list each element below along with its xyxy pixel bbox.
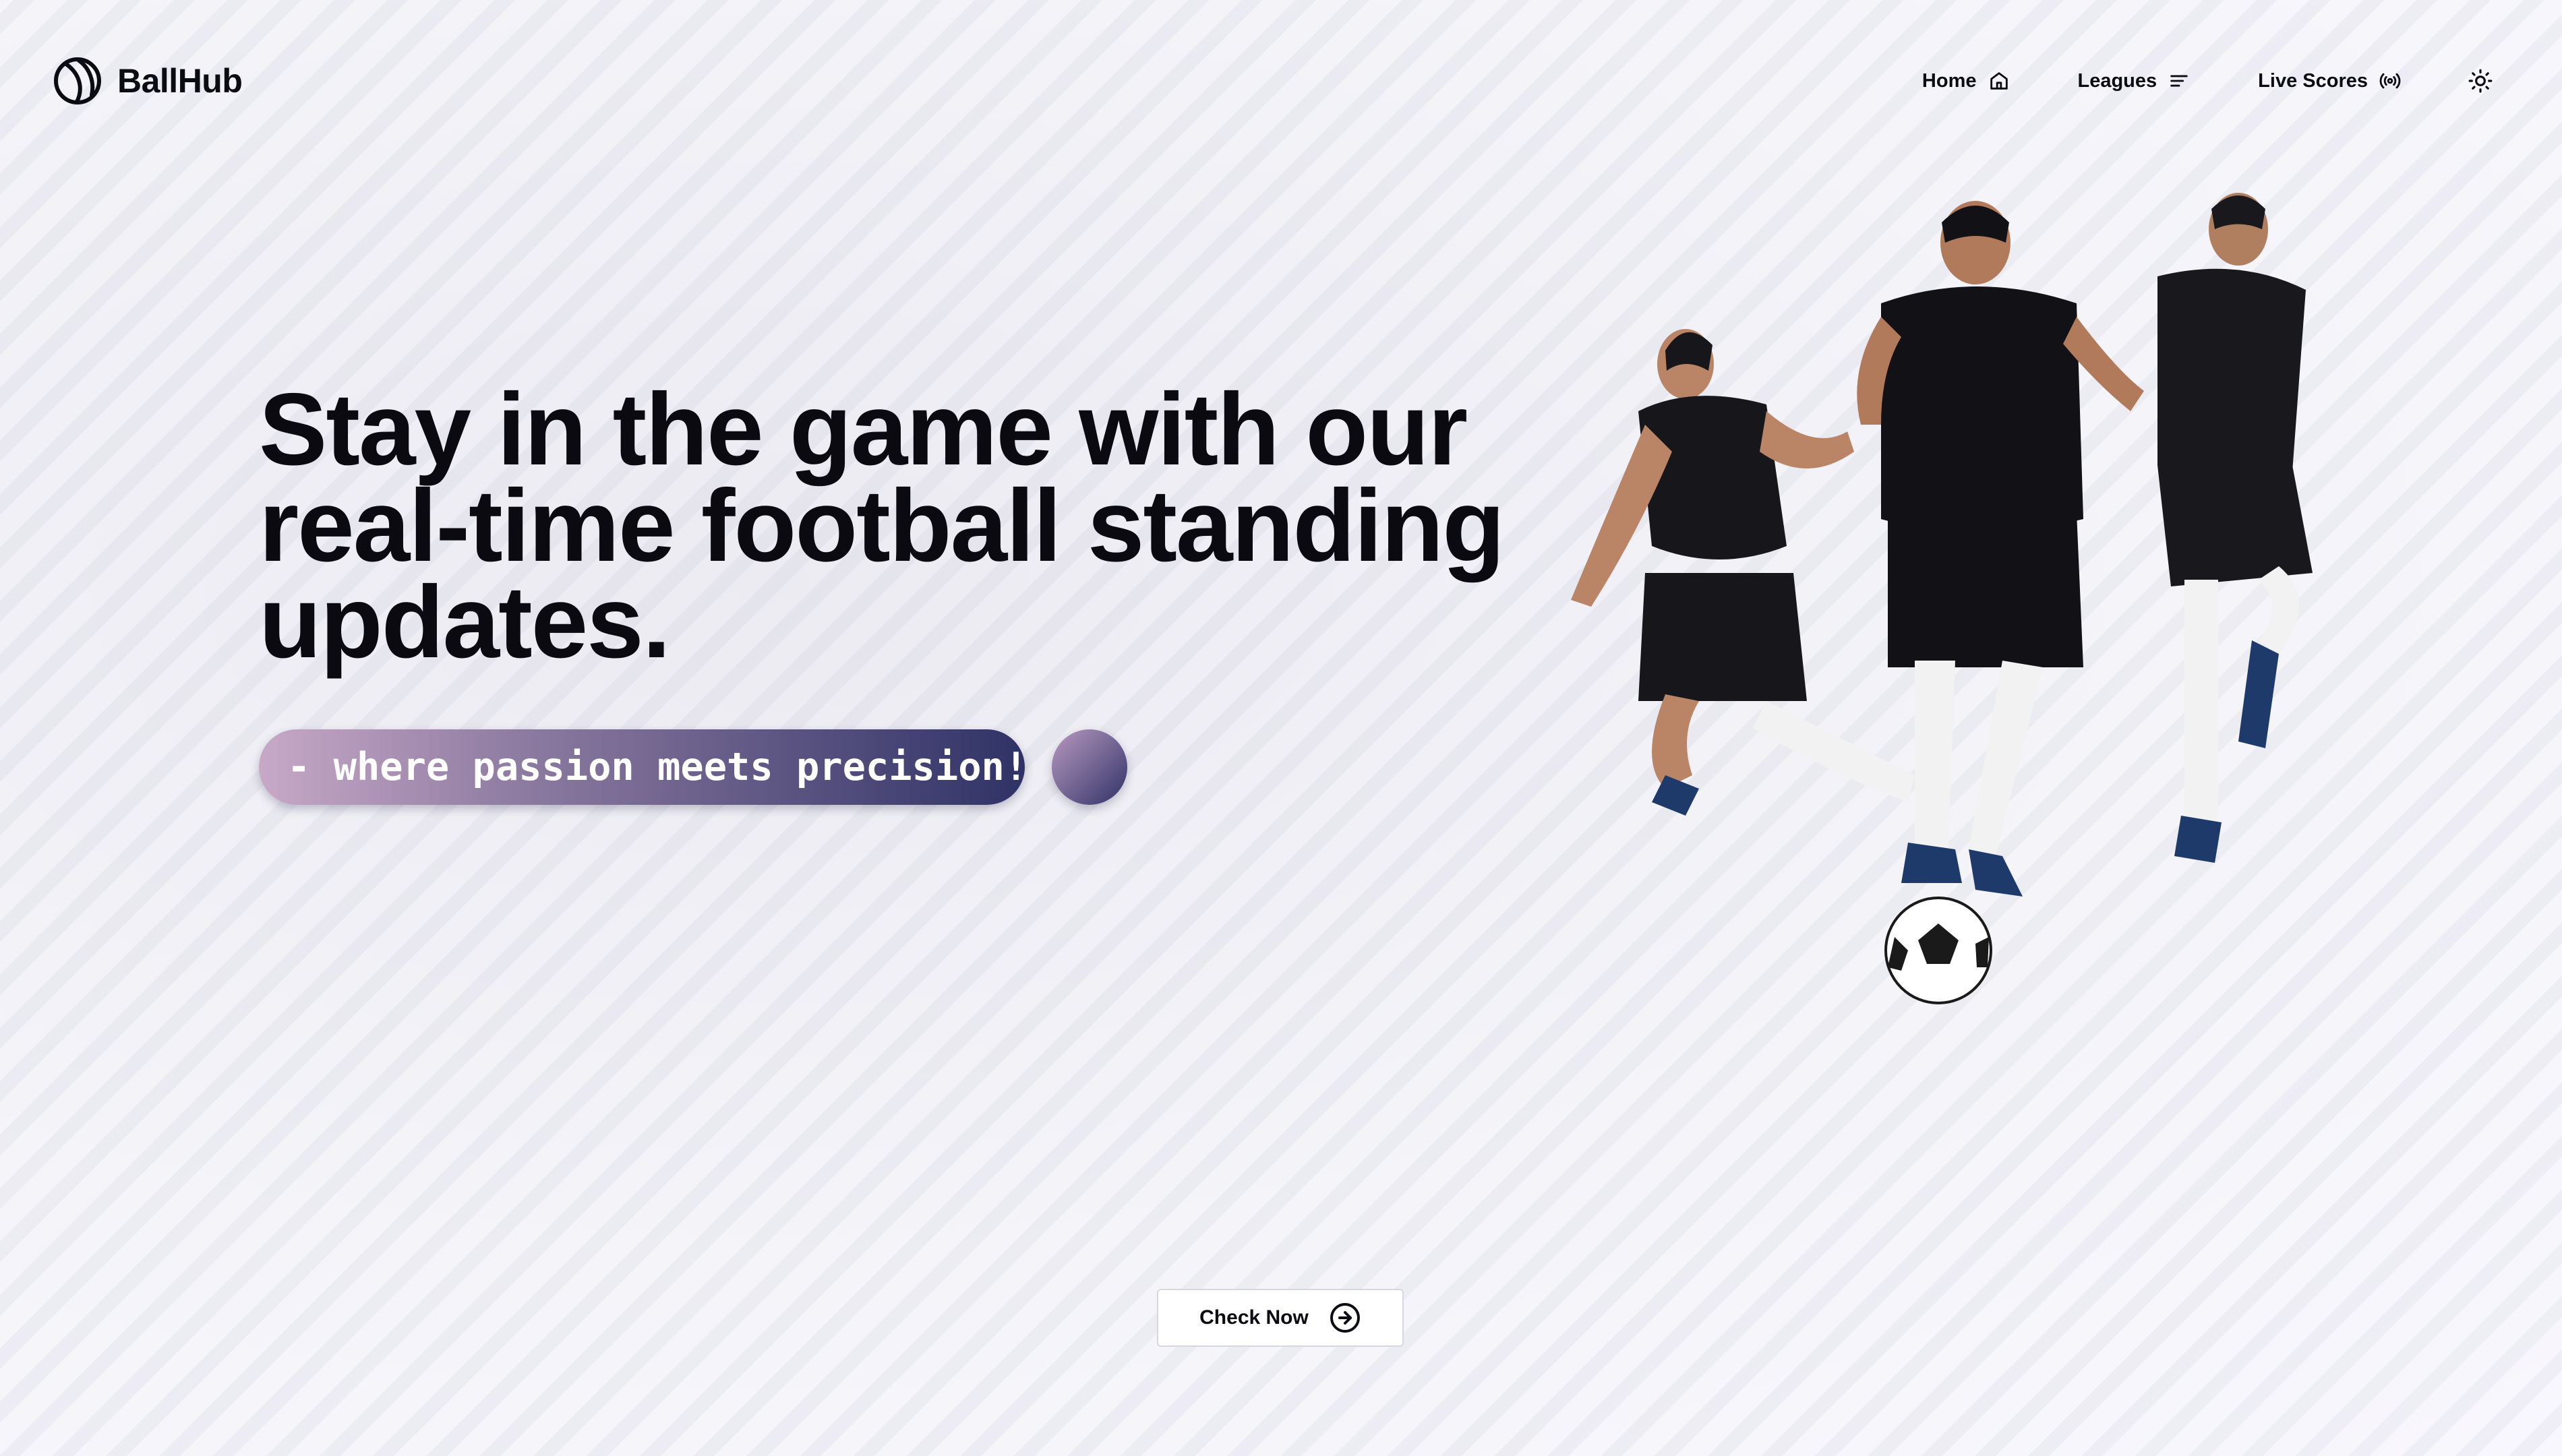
- theme-toggle-button[interactable]: [2465, 65, 2496, 96]
- nav-live-scores-label: Live Scores: [2258, 69, 2368, 92]
- football-players-image: [1571, 193, 2313, 1004]
- player-center-figure: [1857, 201, 2144, 1004]
- check-now-button[interactable]: Check Now: [1157, 1289, 1404, 1347]
- brand-name: BallHub: [117, 62, 243, 100]
- check-now-label: Check Now: [1199, 1306, 1309, 1329]
- menu-lines-icon: [2170, 75, 2188, 87]
- tagline-text: - where passion meets precision!: [287, 745, 1028, 789]
- nav-leagues-label: Leagues: [2077, 69, 2157, 92]
- arrow-circle-right-icon: [1330, 1303, 1360, 1333]
- brand[interactable]: BallHub: [53, 55, 243, 107]
- sun-icon: [2468, 69, 2493, 93]
- decorative-gradient-orb: [1052, 729, 1127, 805]
- football-logo-icon: [54, 57, 101, 104]
- top-navbar: BallHub Home Leagues Live Scores: [0, 0, 2562, 162]
- nav-home[interactable]: Home: [1922, 69, 2010, 92]
- nav-home-label: Home: [1922, 69, 1977, 92]
- tagline-pill: - where passion meets precision!: [259, 729, 1028, 805]
- nav-leagues[interactable]: Leagues: [2078, 69, 2191, 92]
- hero-headline: Stay in the game with our real-time foot…: [259, 378, 1607, 673]
- hero-line-3: updates.: [259, 565, 671, 679]
- main-navigation: Home Leagues Live Scores: [1855, 59, 2496, 102]
- home-icon: [1990, 72, 2008, 90]
- broadcast-icon: [2379, 73, 2401, 89]
- player-right-figure: [2157, 193, 2313, 863]
- nav-live-scores[interactable]: Live Scores: [2258, 69, 2402, 92]
